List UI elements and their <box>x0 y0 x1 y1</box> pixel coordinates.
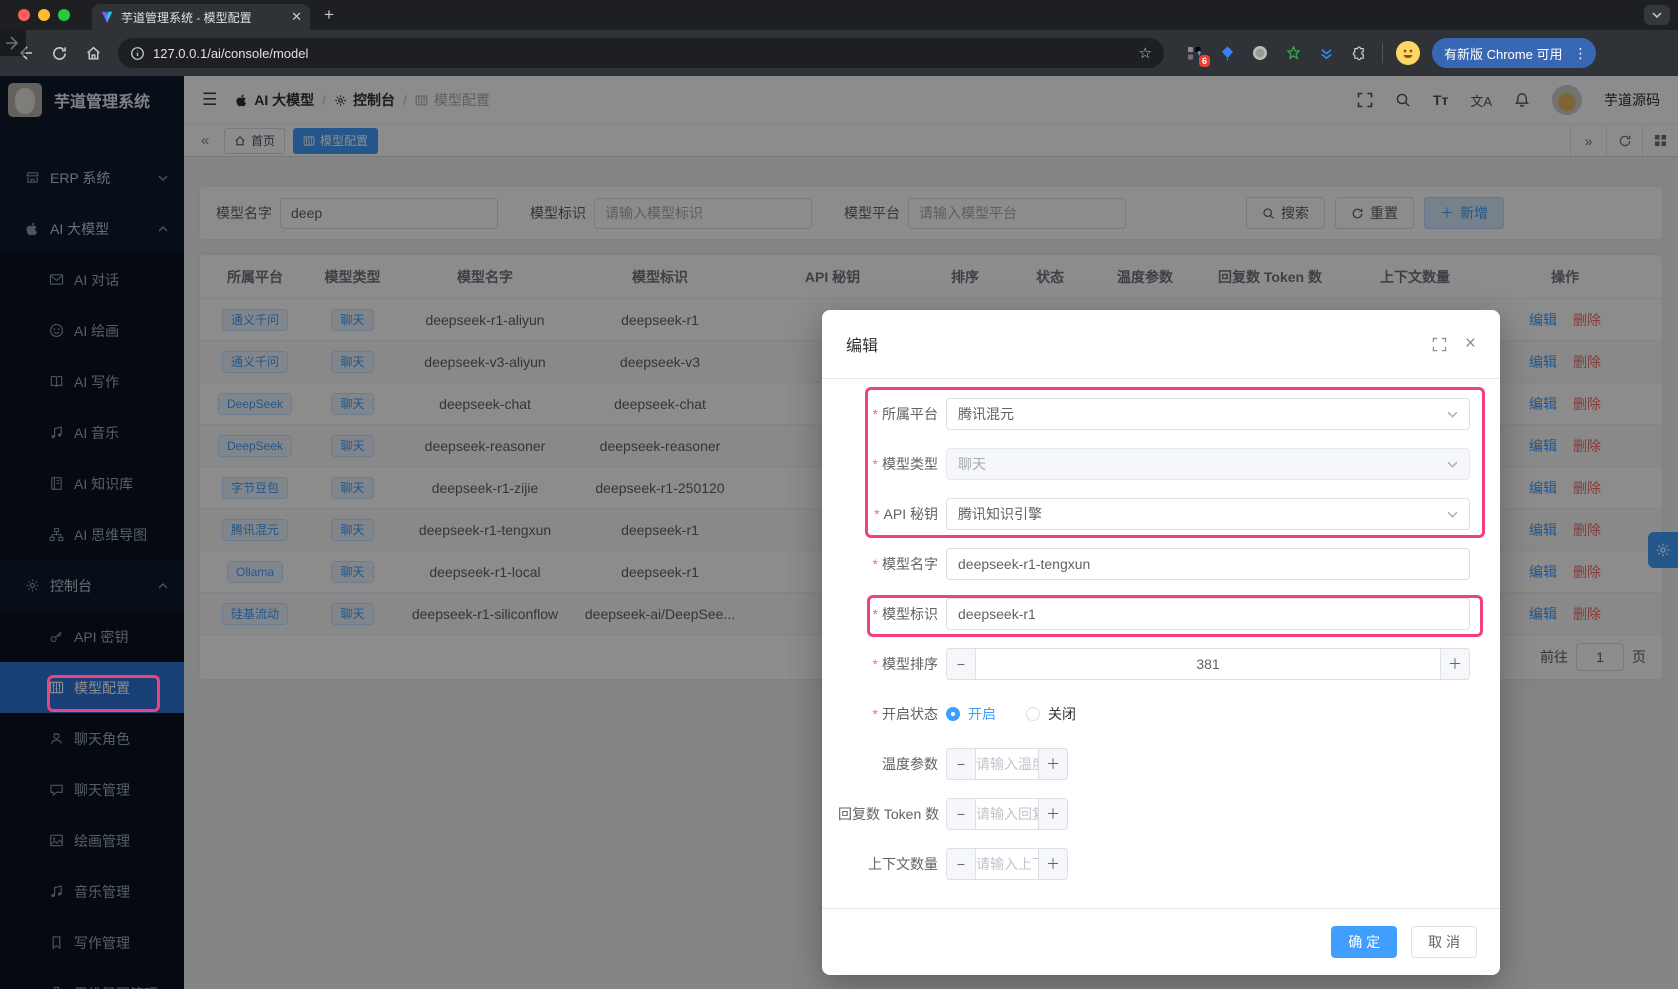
tab-search-button[interactable] <box>1644 5 1670 25</box>
reload-button[interactable] <box>46 40 72 66</box>
cancel-button[interactable]: 取 消 <box>1411 926 1477 958</box>
decrease-button[interactable]: − <box>947 799 976 829</box>
field-label: 温度参数 <box>838 754 938 774</box>
dialog-footer: 确 定 取 消 <box>822 908 1500 975</box>
status-off-radio[interactable] <box>1026 707 1040 721</box>
chevron-down-icon <box>1447 411 1458 418</box>
contexts-input[interactable] <box>976 849 1038 879</box>
new-tab-button[interactable]: + <box>324 5 334 25</box>
dialog-body: 所属平台 腾讯混元 模型类型 聊天 API 秘钥 腾讯 <box>822 379 1500 889</box>
type-select: 聊天 <box>946 448 1470 480</box>
dialog-title: 编辑 <box>846 332 878 356</box>
status-on-radio[interactable] <box>946 707 960 721</box>
sort-value-input[interactable] <box>976 649 1440 679</box>
chrome-update-button[interactable]: 有新版 Chrome 可用 ⋮ <box>1432 38 1596 68</box>
decrease-button[interactable]: − <box>947 749 976 779</box>
form-row-type: 模型类型 聊天 <box>838 439 1484 489</box>
chevron-down-icon <box>1447 461 1458 468</box>
extensions-puzzle-icon[interactable] <box>1349 43 1369 63</box>
extension-chevrons-icon[interactable] <box>1316 43 1336 63</box>
field-label: 模型排序 <box>838 654 938 674</box>
form-row-tag: 模型标识 <box>838 589 1484 639</box>
address-bar[interactable]: 127.0.0.1/ai/console/model ☆ <box>118 38 1164 68</box>
model-name-field[interactable] <box>946 548 1470 580</box>
confirm-button[interactable]: 确 定 <box>1331 926 1397 958</box>
profile-avatar[interactable] <box>1396 41 1420 65</box>
sort-stepper: − ＋ <box>946 648 1470 680</box>
window-controls[interactable] <box>18 9 70 21</box>
field-label: 回复数 Token 数 <box>838 804 938 824</box>
extensions-strip: 6 <box>1184 43 1369 63</box>
field-label: 模型类型 <box>838 454 938 474</box>
temperature-input[interactable] <box>976 749 1038 779</box>
tab-title: 芋道管理系统 - 模型配置 <box>121 9 284 26</box>
extension-circle-icon[interactable] <box>1250 43 1270 63</box>
form-row-contexts: 上下文数量 − ＋ <box>838 839 1484 889</box>
browser-toolbar: 127.0.0.1/ai/console/model ☆ 6 <box>0 30 1678 76</box>
extension-kite-icon[interactable] <box>1217 43 1237 63</box>
decrease-button[interactable]: − <box>947 849 976 879</box>
browser-menu-icon[interactable]: ⋮ <box>1570 45 1590 62</box>
browser-tabstrip: 芋道管理系统 - 模型配置 ✕ + <box>0 0 1678 30</box>
status-on-label[interactable]: 开启 <box>968 704 996 724</box>
dialog-close-icon[interactable]: × <box>1465 333 1476 355</box>
zoom-window-button[interactable] <box>58 9 70 21</box>
extension-star-icon[interactable] <box>1283 43 1303 63</box>
field-label: 模型标识 <box>838 604 938 624</box>
status-off-label[interactable]: 关闭 <box>1048 704 1076 724</box>
dialog-header: 编辑 × <box>822 310 1500 379</box>
field-label: 上下文数量 <box>838 854 938 874</box>
dialog-fullscreen-icon[interactable] <box>1432 337 1447 352</box>
field-label: 所属平台 <box>838 404 938 424</box>
favicon <box>100 10 114 24</box>
tab-close-icon[interactable]: ✕ <box>291 9 302 25</box>
close-window-button[interactable] <box>18 9 30 21</box>
decrease-button[interactable]: − <box>947 649 976 679</box>
field-label: 模型名字 <box>838 554 938 574</box>
temperature-stepper: − ＋ <box>946 748 1068 780</box>
increase-button[interactable]: ＋ <box>1440 649 1469 679</box>
field-label: 开启状态 <box>838 704 938 724</box>
bookmark-star-icon[interactable]: ☆ <box>1139 44 1152 62</box>
form-row-sort: 模型排序 − ＋ <box>838 639 1484 689</box>
increase-button[interactable]: ＋ <box>1038 799 1067 829</box>
tokens-input[interactable] <box>976 799 1038 829</box>
tokens-stepper: − ＋ <box>946 798 1068 830</box>
chevron-down-icon <box>1447 511 1458 518</box>
edit-dialog: 编辑 × 所属平台 腾讯混元 模型类型 聊天 <box>822 310 1500 975</box>
browser-tab[interactable]: 芋道管理系统 - 模型配置 ✕ <box>92 4 310 30</box>
home-button[interactable] <box>80 40 106 66</box>
app-window: 芋道管理系统 ERP 系统 AI 大模型 AI 对话 <box>0 76 1678 989</box>
form-row-status: 开启状态 开启 关闭 <box>838 689 1484 739</box>
form-row-platform: 所属平台 腾讯混元 <box>838 389 1484 439</box>
platform-select[interactable]: 腾讯混元 <box>946 398 1470 430</box>
site-info-icon[interactable] <box>130 46 145 61</box>
increase-button[interactable]: ＋ <box>1038 749 1067 779</box>
forward-button[interactable] <box>0 30 26 56</box>
form-row-tokens: 回复数 Token 数 − ＋ <box>838 789 1484 839</box>
extension-badge: 6 <box>1199 55 1210 67</box>
contexts-stepper: − ＋ <box>946 848 1068 880</box>
toolbar-separator <box>1382 43 1383 63</box>
field-label: API 秘钥 <box>838 504 938 524</box>
extension-grid-icon[interactable]: 6 <box>1184 43 1204 63</box>
increase-button[interactable]: ＋ <box>1038 849 1067 879</box>
form-row-apikey: API 秘钥 腾讯知识引擎 <box>838 489 1484 539</box>
url-text[interactable]: 127.0.0.1/ai/console/model <box>153 46 1131 61</box>
apikey-select[interactable]: 腾讯知识引擎 <box>946 498 1470 530</box>
model-tag-field[interactable] <box>946 598 1470 630</box>
form-row-temperature: 温度参数 − ＋ <box>838 739 1484 789</box>
screen: 芋道管理系统 - 模型配置 ✕ + 127.0.0.1/ai/console/m… <box>0 0 1678 989</box>
form-row-name: 模型名字 <box>838 539 1484 589</box>
minimize-window-button[interactable] <box>38 9 50 21</box>
